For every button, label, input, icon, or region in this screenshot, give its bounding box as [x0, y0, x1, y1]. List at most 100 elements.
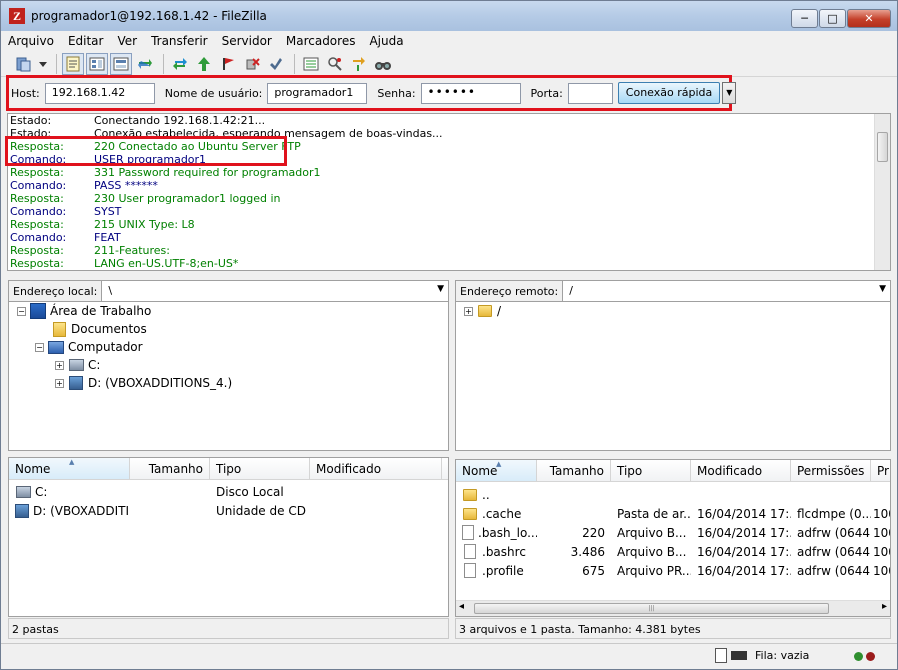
tree-item-root[interactable]: + / [464, 302, 501, 320]
toggle-queue-icon[interactable] [134, 53, 156, 75]
row-modified: 16/04/2014 17:... [697, 563, 791, 578]
quickconnect-button[interactable]: Conexão rápida [617, 82, 721, 104]
remote-tree[interactable]: + / [455, 301, 891, 451]
table-row[interactable]: .profile 675 Arquivo PR... 16/04/2014 17… [456, 561, 890, 580]
menu-ver[interactable]: Ver [110, 31, 144, 51]
tree-item-drive-c[interactable]: + C: [55, 356, 100, 374]
tree-item-drive-d[interactable]: + D: (VBOXADDITIONS_4.) [55, 374, 232, 392]
minimize-button[interactable]: ─ [791, 9, 818, 28]
password-input[interactable]: •••••• [420, 82, 521, 104]
toggle-local-tree-icon[interactable] [86, 52, 108, 75]
disconnect-icon[interactable] [241, 53, 263, 75]
local-file-list[interactable]: ▲ Nome Tamanho Tipo Modificado C: Disco L… [8, 457, 449, 617]
log-scroll-thumb[interactable] [877, 132, 888, 162]
remote-hscroll-thumb[interactable]: ||| [474, 603, 829, 614]
menu-editar[interactable]: Editar [61, 31, 111, 51]
table-row[interactable]: .cache Pasta de ar... 16/04/2014 17:... … [456, 504, 890, 523]
refresh-icon[interactable] [169, 53, 191, 75]
column-permissions[interactable]: Permissões [791, 460, 871, 481]
status-bar: Fila: vazia [1, 643, 897, 669]
log-highlight-box [5, 136, 287, 166]
port-input[interactable] [567, 82, 613, 104]
column-name[interactable]: ▲ Nome [456, 460, 537, 481]
site-manager-icon[interactable] [13, 53, 35, 75]
maximize-button[interactable]: □ [819, 9, 846, 28]
menu-servidor[interactable]: Servidor [215, 31, 279, 51]
column-label: Modificado [316, 462, 382, 476]
process-queue-icon[interactable] [193, 53, 215, 75]
title-bar: Z programador1@192.168.1.42 - FileZilla … [1, 1, 897, 31]
expand-icon[interactable]: + [55, 360, 64, 370]
row-name: .cache [482, 506, 522, 521]
local-address-input[interactable]: \ ▼ [101, 281, 448, 301]
expand-icon[interactable]: + [55, 378, 64, 388]
toolbar-separator [56, 53, 57, 74]
dropdown-arrow-icon[interactable] [37, 53, 49, 75]
row-permissions: adfrw (0644) [797, 563, 871, 578]
row-type: Pasta de ar... [617, 506, 691, 521]
local-address-bar: Endereço local: \ ▼ [8, 280, 449, 302]
chevron-down-icon[interactable]: ▼ [437, 284, 444, 294]
column-modified[interactable]: Modificado [310, 458, 442, 479]
scroll-right-arrow[interactable]: ▸ [882, 601, 887, 612]
close-button[interactable]: ✕ [847, 9, 891, 28]
collapse-icon[interactable]: − [35, 342, 44, 352]
table-row[interactable]: D: (VBOXADDITI... Unidade de CD [9, 501, 442, 520]
menu-marcadores[interactable]: Marcadores [279, 31, 363, 51]
documents-icon [52, 321, 66, 337]
tree-item-documents[interactable]: Documentos [51, 320, 147, 338]
chevron-down-icon[interactable]: ▼ [879, 284, 886, 294]
quickconnect-dropdown-button[interactable]: ▼ [722, 82, 737, 104]
menu-arquivo[interactable]: Arquivo [1, 31, 61, 51]
tree-item-desktop[interactable]: − Área de Trabalho [17, 302, 151, 320]
column-size[interactable]: Tamanho [537, 460, 611, 481]
row-permissions: flcdmpe (0... [797, 506, 871, 521]
folder-icon [463, 507, 477, 520]
row-owner: 100 [873, 544, 890, 559]
toolbar [1, 51, 897, 77]
file-icon [464, 563, 476, 578]
log-scrollbar[interactable] [874, 114, 890, 270]
menu-ajuda[interactable]: Ajuda [362, 31, 410, 51]
folder-icon [463, 488, 477, 501]
row-owner: 100 [873, 525, 890, 540]
row-type: Arquivo B... [617, 544, 687, 559]
expand-icon[interactable]: + [464, 306, 473, 316]
table-row[interactable]: .bash_lo... 220 Arquivo B... 16/04/2014 … [456, 523, 890, 542]
menu-transferir[interactable]: Transferir [144, 31, 215, 51]
column-size[interactable]: Tamanho [130, 458, 210, 479]
remote-list-hscrollbar[interactable]: ◂ ||| ▸ [456, 600, 890, 616]
column-modified[interactable]: Modificado [691, 460, 791, 481]
username-input[interactable]: programador1 [267, 82, 368, 104]
reconnect-icon[interactable] [265, 53, 287, 75]
log-row: Comando: SYST [10, 205, 122, 218]
host-input[interactable]: 192.168.1.42 [44, 82, 155, 104]
cancel-icon[interactable] [217, 53, 239, 75]
filter-icon[interactable] [300, 53, 322, 75]
local-tree[interactable]: − Área de Trabalho Documentos − Computad… [8, 301, 449, 451]
filezilla-logo-icon: Z [9, 8, 25, 24]
table-row[interactable]: C: Disco Local [9, 482, 442, 501]
column-owner[interactable]: Pr [871, 460, 890, 481]
folder-icon [478, 305, 492, 317]
scroll-left-arrow[interactable]: ◂ [459, 601, 464, 612]
row-name: .. [482, 487, 490, 502]
column-name[interactable]: ▲ Nome [9, 458, 130, 479]
toggle-remote-tree-icon[interactable] [110, 52, 132, 75]
search-icon[interactable] [372, 53, 394, 75]
collapse-icon[interactable]: − [17, 306, 26, 316]
remote-address-input[interactable]: / ▼ [562, 281, 890, 301]
table-row[interactable]: .. [456, 485, 537, 504]
local-status-text: 2 pastas [8, 618, 449, 639]
row-name: .bash_lo... [478, 525, 537, 540]
remote-file-list[interactable]: ▲ Nome Tamanho Tipo Modificado Permissões… [455, 459, 891, 617]
compare-icon[interactable] [324, 53, 346, 75]
column-type[interactable]: Tipo [210, 458, 310, 479]
column-type[interactable]: Tipo [611, 460, 691, 481]
log-row: Resposta: 211-Features: [10, 244, 170, 257]
toggle-log-icon[interactable] [62, 52, 84, 75]
table-row[interactable]: .bashrc 3.486 Arquivo B... 16/04/2014 17… [456, 542, 890, 561]
download-activity-led-icon [866, 652, 875, 661]
sync-browse-icon[interactable] [348, 53, 370, 75]
tree-item-computer[interactable]: − Computador [35, 338, 143, 356]
